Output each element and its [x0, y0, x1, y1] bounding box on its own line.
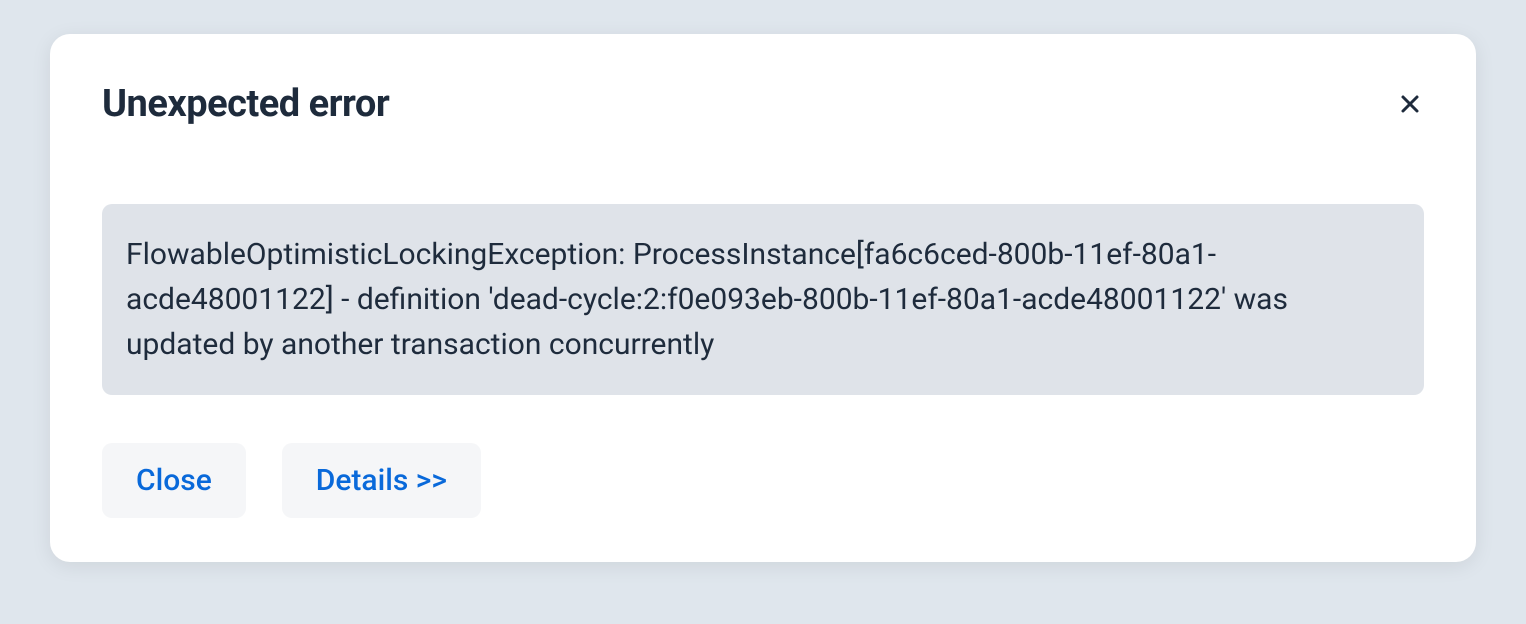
modal-header: Unexpected error	[102, 82, 1424, 126]
details-button[interactable]: Details >>	[282, 443, 481, 518]
close-button[interactable]: Close	[102, 443, 246, 518]
error-message-text: FlowableOptimisticLockingException: Proc…	[126, 232, 1400, 367]
button-row: Close Details >>	[102, 443, 1424, 518]
error-modal: Unexpected error FlowableOptimisticLocki…	[50, 34, 1476, 562]
error-message-box: FlowableOptimisticLockingException: Proc…	[102, 204, 1424, 395]
modal-title: Unexpected error	[102, 82, 389, 126]
close-icon[interactable]	[1396, 90, 1424, 118]
